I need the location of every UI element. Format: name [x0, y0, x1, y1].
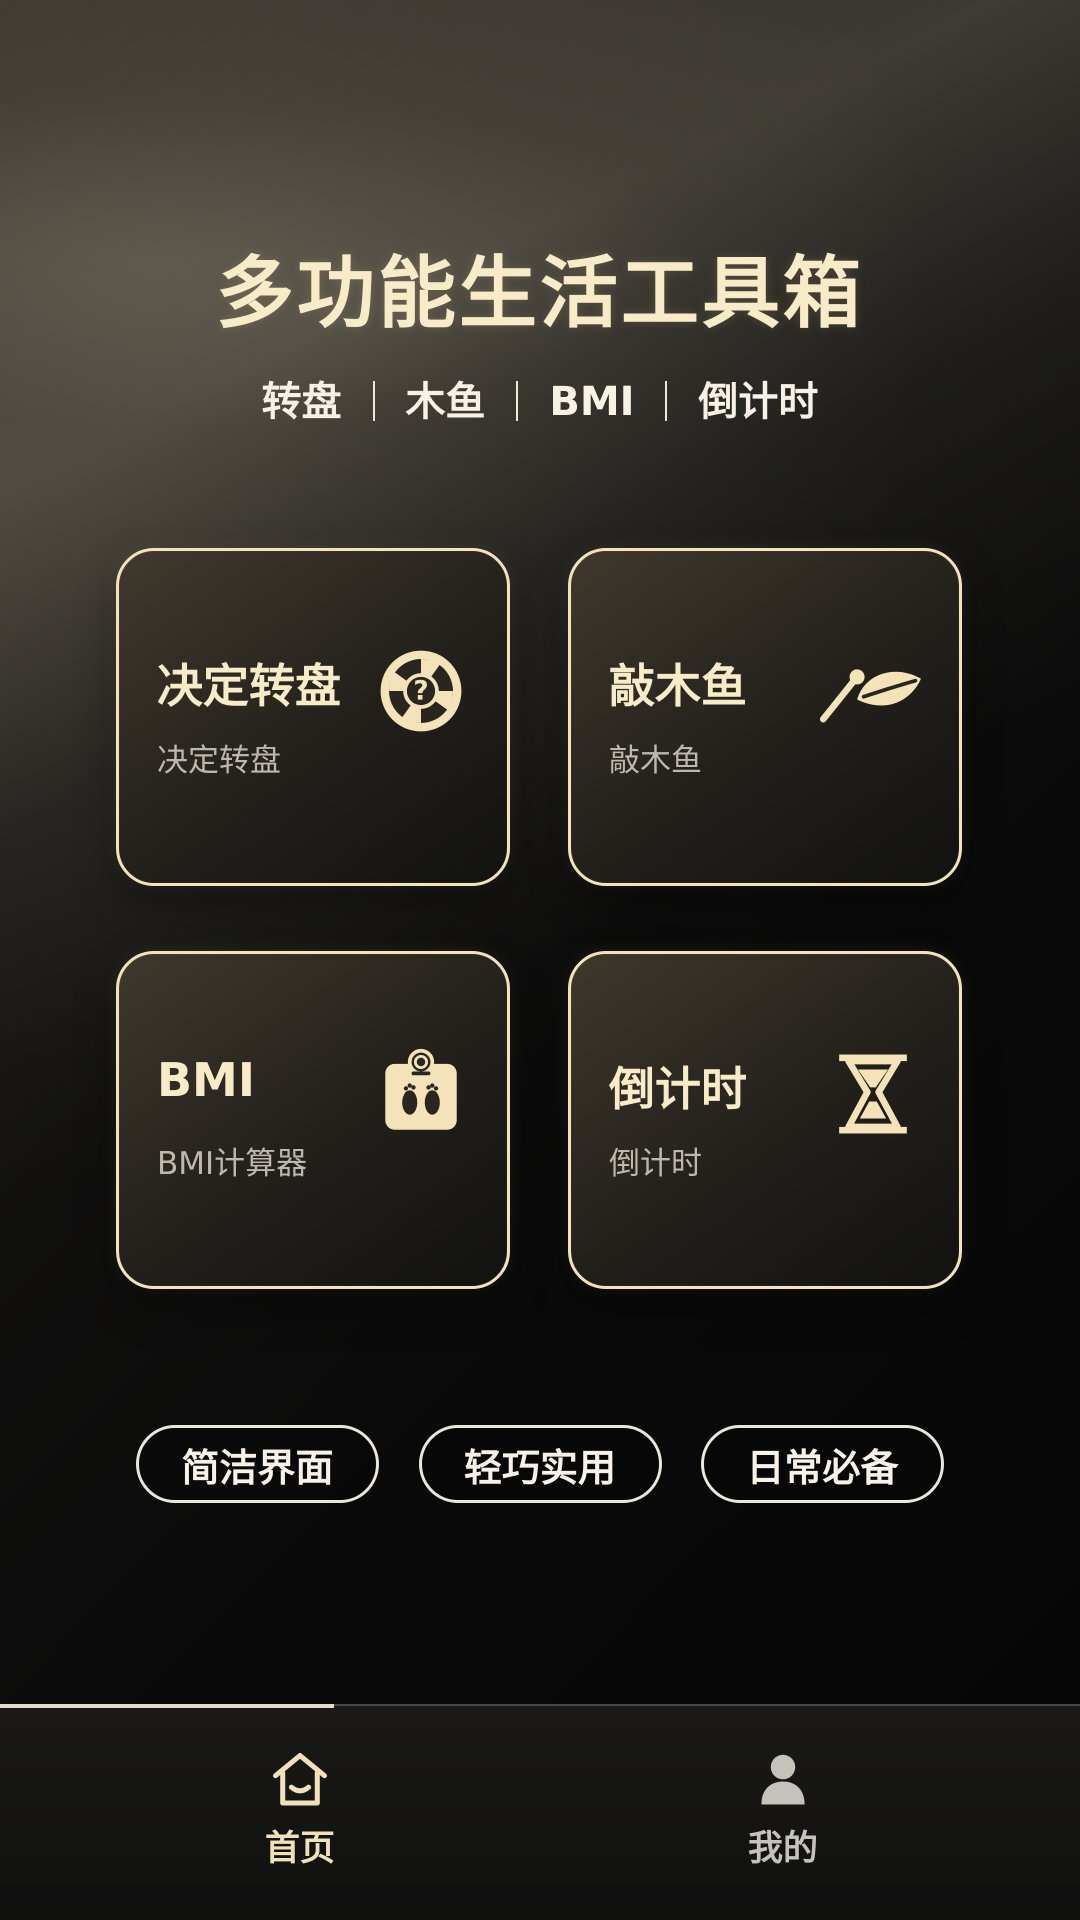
- card-title: 倒计时: [609, 1062, 747, 1116]
- feature-label-spinner: 转盘: [261, 379, 342, 425]
- feature-label-bmi: BMI: [549, 379, 635, 425]
- active-tab-indicator: [0, 1704, 334, 1708]
- feature-tag: 轻巧实用: [418, 1425, 662, 1503]
- feature-tag: 简洁界面: [136, 1425, 379, 1503]
- feature-separator: [516, 381, 519, 421]
- card-subtitle: 敲木鱼: [609, 743, 702, 779]
- card-subtitle: 决定转盘: [157, 743, 281, 779]
- card-subtitle: 倒计时: [609, 1146, 702, 1182]
- bmi-scale-icon: [374, 1047, 468, 1141]
- hourglass-icon: [826, 1047, 920, 1141]
- nav-label: 首页: [264, 1829, 335, 1869]
- feature-label-woodfish: 木鱼: [405, 379, 486, 425]
- card-title: 决定转盘: [157, 659, 341, 713]
- countdown-card[interactable]: 倒计时 倒计时: [568, 951, 962, 1289]
- nav-profile[interactable]: 我的: [693, 1744, 873, 1904]
- wooden-fish-card[interactable]: 敲木鱼 敲木鱼: [568, 548, 962, 886]
- decision-wheel-card[interactable]: 决定转盘 决定转盘 ?: [116, 548, 510, 886]
- page-title: 多功能生活工具箱: [215, 249, 864, 339]
- bmi-card[interactable]: BMI BMI计算器: [116, 951, 510, 1289]
- nav-home[interactable]: 首页: [210, 1744, 390, 1904]
- feature-separator: [665, 381, 668, 421]
- bottom-navigation: 首页 我的: [0, 1704, 1080, 1920]
- wooden-fish-icon: [817, 644, 931, 738]
- feature-tag: 日常必备: [701, 1425, 944, 1503]
- feature-label-countdown: 倒计时: [698, 379, 819, 425]
- svg-text:?: ?: [413, 676, 428, 706]
- nav-label: 我的: [747, 1829, 818, 1869]
- feature-separator: [372, 381, 375, 421]
- card-title: BMI: [157, 1053, 255, 1107]
- wheel-question-icon: ?: [374, 644, 468, 738]
- card-title: 敲木鱼: [609, 659, 747, 713]
- profile-icon: [747, 1744, 819, 1816]
- feature-tags: 简洁界面 轻巧实用 日常必备: [136, 1425, 944, 1503]
- card-subtitle: BMI计算器: [157, 1146, 308, 1182]
- home-icon: [264, 1744, 336, 1816]
- feature-summary: 转盘 木鱼 BMI 倒计时: [0, 369, 1080, 427]
